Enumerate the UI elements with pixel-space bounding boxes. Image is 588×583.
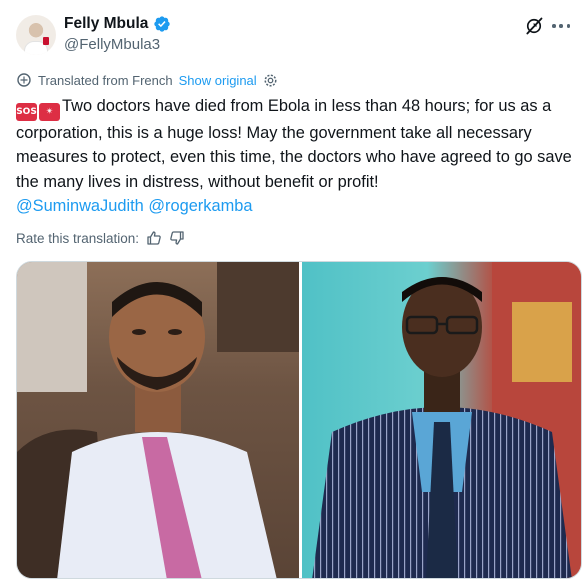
gear-icon[interactable] [263,73,278,88]
translate-icon [17,73,31,87]
tweet-text: SOS ✴ Two doctors have died from Ebola in … [16,94,572,218]
translated-label: Translated from French [38,72,173,88]
tweet-header: Felly Mbula @FellyMbula3 [16,13,572,57]
rate-label: Rate this translation: [16,230,140,246]
show-original-link[interactable]: Show original [179,73,257,88]
translation-bar: Translated from French Show original [16,71,278,89]
avatar[interactable] [16,15,56,55]
photo-man-pink-tie[interactable] [17,262,299,578]
thumbs-up-icon[interactable] [146,230,162,246]
name-row: Felly Mbula [64,14,171,34]
media-grid [16,261,582,579]
photo-man-pinstripe-suit[interactable] [302,262,581,578]
grok-icon[interactable] [524,16,544,36]
rate-translation: Rate this translation: [16,229,185,247]
display-name[interactable]: Felly Mbula [64,14,148,34]
tweet-body: Two doctors have died from Ebola in less… [16,97,572,191]
more-icon[interactable] [550,16,572,36]
thumbs-down-icon[interactable] [169,230,185,246]
mention-link[interactable]: @SuminwaJudith [16,197,144,215]
handle[interactable]: @FellyMbula3 [64,35,160,55]
alert-emoji-icon: ✴ [39,103,60,121]
sos-emoji-icon: SOS [16,103,37,121]
mention-link[interactable]: @rogerkamba [148,197,252,215]
verified-badge-icon [154,16,171,32]
